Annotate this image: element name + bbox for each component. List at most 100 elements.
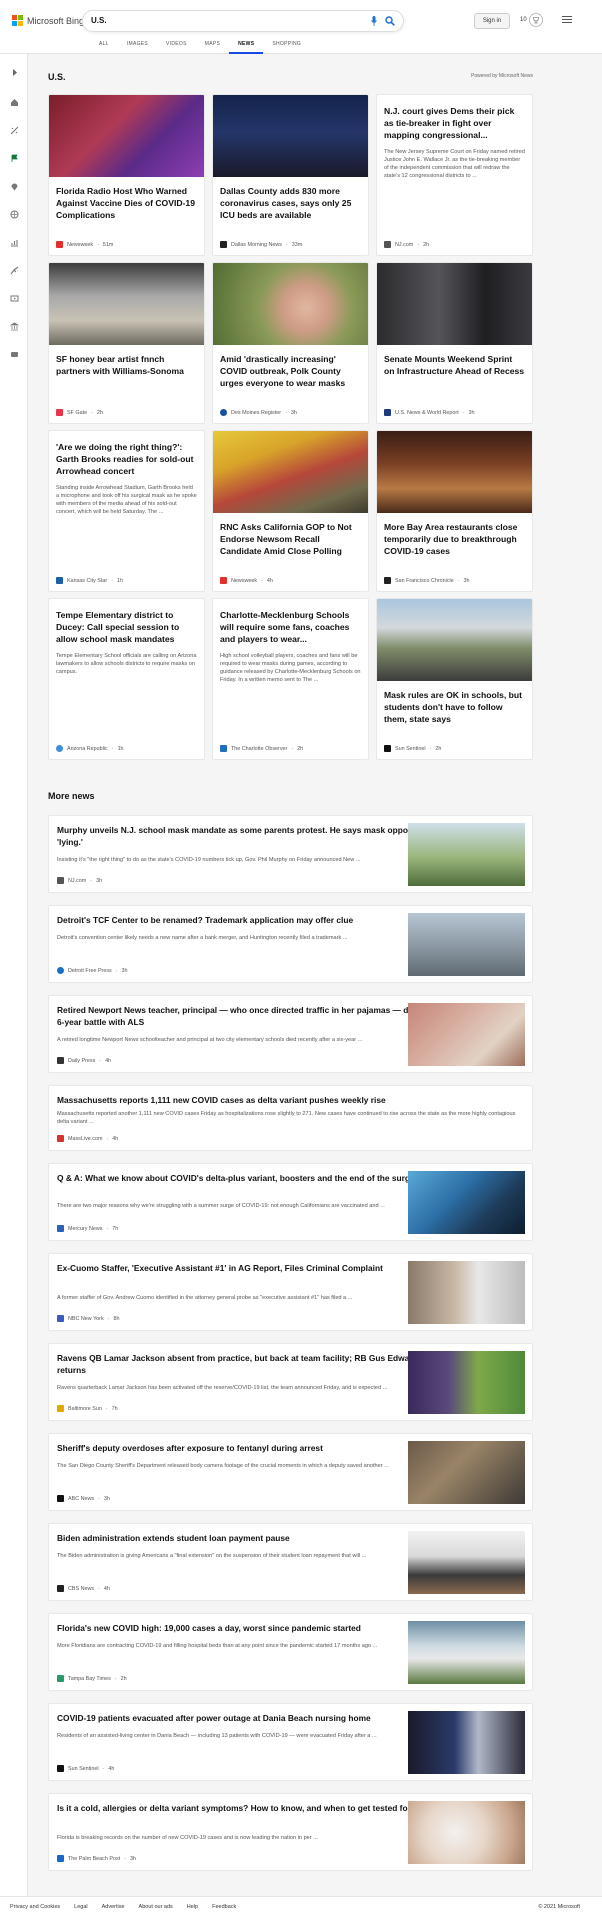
privacy-link[interactable]: Privacy and Cookies bbox=[10, 1904, 60, 1910]
article-title[interactable]: COVID-19 patients evacuated after power … bbox=[57, 1712, 449, 1724]
article-source[interactable]: Dallas Morning News · 33m bbox=[220, 241, 302, 248]
news-row[interactable]: Detroit's TCF Center to be renamed? Trad… bbox=[48, 905, 533, 983]
article-title[interactable]: SF honey bear artist fnnch partners with… bbox=[49, 353, 204, 377]
news-card[interactable]: Dallas County adds 830 more coronavirus … bbox=[212, 94, 369, 256]
powered-by-label[interactable]: Powered by Microsoft News bbox=[471, 73, 533, 79]
article-source[interactable]: Kansas City Star · 1h bbox=[56, 577, 123, 584]
help-link[interactable]: Help bbox=[187, 1904, 198, 1910]
article-source[interactable]: The Palm Beach Post · 3h bbox=[57, 1855, 136, 1862]
article-title[interactable]: Retired Newport News teacher, principal … bbox=[57, 1004, 449, 1028]
rewards-trophy-icon[interactable] bbox=[529, 13, 543, 27]
article-title[interactable]: N.J. court gives Dems their pick as tie-… bbox=[377, 105, 532, 141]
sports-icon[interactable] bbox=[10, 266, 19, 275]
feedback-link[interactable]: Feedback bbox=[212, 1904, 236, 1910]
article-title[interactable]: Ex-Cuomo Staffer, 'Executive Assistant #… bbox=[57, 1262, 449, 1274]
news-row[interactable]: Ravens QB Lamar Jackson absent from prac… bbox=[48, 1343, 533, 1421]
article-title[interactable]: Detroit's TCF Center to be renamed? Trad… bbox=[57, 914, 449, 926]
article-title[interactable]: RNC Asks California GOP to Not Endorse N… bbox=[213, 521, 368, 557]
card-icon[interactable] bbox=[10, 350, 19, 359]
news-card[interactable]: Amid 'drastically increasing' COVID outb… bbox=[212, 262, 369, 424]
bing-logo[interactable]: Microsoft Bing bbox=[12, 15, 84, 26]
news-row[interactable]: Florida's new COVID high: 19,000 cases a… bbox=[48, 1613, 533, 1691]
article-title[interactable]: Charlotte-Mecklenburg Schools will requi… bbox=[213, 609, 368, 645]
news-card[interactable]: 'Are we doing the right thing?': Garth B… bbox=[48, 430, 205, 592]
news-row[interactable]: Massachusetts reports 1,111 new COVID ca… bbox=[48, 1085, 533, 1151]
article-title[interactable]: Sheriff's deputy overdoses after exposur… bbox=[57, 1442, 449, 1454]
article-source[interactable]: Baltimore Sun · 7h bbox=[57, 1405, 118, 1412]
article-source[interactable]: Detroit Free Press · 3h bbox=[57, 967, 128, 974]
news-card[interactable]: Tempe Elementary district to Ducey: Call… bbox=[48, 598, 205, 760]
news-row[interactable]: Biden administration extends student loa… bbox=[48, 1523, 533, 1601]
article-source[interactable]: Sun Sentinel · 4h bbox=[57, 1765, 114, 1772]
news-card[interactable]: N.J. court gives Dems their pick as tie-… bbox=[376, 94, 533, 256]
news-card[interactable]: More Bay Area restaurants close temporar… bbox=[376, 430, 533, 592]
news-row[interactable]: Q & A: What we know about COVID's delta-… bbox=[48, 1163, 533, 1241]
expand-chevron-icon[interactable] bbox=[10, 68, 19, 77]
article-source[interactable]: The Charlotte Observer · 2h bbox=[220, 745, 303, 752]
government-icon[interactable] bbox=[10, 322, 19, 331]
article-title[interactable]: Mask rules are OK in schools, but studen… bbox=[377, 689, 532, 725]
finance-icon[interactable] bbox=[10, 238, 19, 247]
flag-icon[interactable] bbox=[10, 154, 19, 163]
article-source[interactable]: MassLive.com · 4h bbox=[57, 1135, 118, 1142]
news-card[interactable]: Florida Radio Host Who Warned Against Va… bbox=[48, 94, 205, 256]
tab-all[interactable]: ALL bbox=[90, 41, 118, 54]
article-source[interactable]: Newsweek · 4h bbox=[220, 577, 273, 584]
article-title[interactable]: Biden administration extends student loa… bbox=[57, 1532, 449, 1544]
article-source[interactable]: Newsweek · 51m bbox=[56, 241, 113, 248]
article-source[interactable]: ABC News · 3h bbox=[57, 1495, 110, 1502]
tab-images[interactable]: IMAGES bbox=[118, 41, 157, 54]
article-source[interactable]: Mercury News · 7h bbox=[57, 1225, 118, 1232]
search-box[interactable]: U.S. bbox=[82, 10, 404, 32]
article-title[interactable]: Dallas County adds 830 more coronavirus … bbox=[213, 185, 368, 221]
article-source[interactable]: San Francisco Chronicle · 3h bbox=[384, 577, 470, 584]
video-icon[interactable] bbox=[10, 294, 19, 303]
article-title[interactable]: Massachusetts reports 1,111 new COVID ca… bbox=[57, 1094, 522, 1106]
article-source[interactable]: SF Gate · 2h bbox=[56, 409, 103, 416]
news-row[interactable]: Murphy unveils N.J. school mask mandate … bbox=[48, 815, 533, 893]
article-source[interactable]: Des Moines Register · 3h bbox=[220, 409, 297, 416]
article-source[interactable]: NJ.com · 3h bbox=[57, 877, 102, 884]
news-card[interactable]: Charlotte-Mecklenburg Schools will requi… bbox=[212, 598, 369, 760]
article-source[interactable]: Arizona Republic · 1h bbox=[56, 745, 124, 752]
menu-icon[interactable] bbox=[562, 16, 572, 24]
article-source[interactable]: Tampa Bay Times · 2h bbox=[57, 1675, 127, 1682]
news-row[interactable]: Sheriff's deputy overdoses after exposur… bbox=[48, 1433, 533, 1511]
article-title[interactable]: Florida Radio Host Who Warned Against Va… bbox=[49, 185, 204, 221]
article-source[interactable]: Sun Sentinel · 2h bbox=[384, 745, 441, 752]
news-card[interactable]: SF honey bear artist fnnch partners with… bbox=[48, 262, 205, 424]
news-row[interactable]: Is it a cold, allergies or delta variant… bbox=[48, 1793, 533, 1871]
article-title[interactable]: Q & A: What we know about COVID's delta-… bbox=[57, 1172, 449, 1184]
news-row[interactable]: COVID-19 patients evacuated after power … bbox=[48, 1703, 533, 1781]
advertise-link[interactable]: Advertise bbox=[102, 1904, 125, 1910]
article-title[interactable]: Ravens QB Lamar Jackson absent from prac… bbox=[57, 1352, 449, 1376]
news-card[interactable]: RNC Asks California GOP to Not Endorse N… bbox=[212, 430, 369, 592]
globe-icon[interactable] bbox=[10, 210, 19, 219]
tab-news[interactable]: NEWS bbox=[229, 41, 264, 54]
article-source[interactable]: NBC New York · 8h bbox=[57, 1315, 119, 1322]
microphone-icon[interactable] bbox=[371, 16, 377, 26]
search-input[interactable]: U.S. bbox=[91, 16, 107, 25]
article-title[interactable]: Murphy unveils N.J. school mask mandate … bbox=[57, 824, 449, 848]
legal-link[interactable]: Legal bbox=[74, 1904, 87, 1910]
article-source[interactable]: U.S. News & World Report · 3h bbox=[384, 409, 475, 416]
rewards-count[interactable]: 10 bbox=[520, 17, 527, 23]
article-title[interactable]: Tempe Elementary district to Ducey: Call… bbox=[49, 609, 204, 645]
article-source[interactable]: Daily Press · 4h bbox=[57, 1057, 111, 1064]
sparkle-icon[interactable] bbox=[10, 126, 19, 135]
article-source[interactable]: NJ.com · 2h bbox=[384, 241, 429, 248]
article-title[interactable]: 'Are we doing the right thing?': Garth B… bbox=[49, 441, 204, 477]
article-title[interactable]: Senate Mounts Weekend Sprint on Infrastr… bbox=[377, 353, 532, 377]
about-ads-link[interactable]: About our ads bbox=[139, 1904, 173, 1910]
home-icon[interactable] bbox=[10, 98, 19, 107]
news-row[interactable]: Ex-Cuomo Staffer, 'Executive Assistant #… bbox=[48, 1253, 533, 1331]
article-source[interactable]: CBS News · 4h bbox=[57, 1585, 110, 1592]
article-title[interactable]: More Bay Area restaurants close temporar… bbox=[377, 521, 532, 557]
sign-in-button[interactable]: Sign in bbox=[474, 13, 510, 29]
location-pin-icon[interactable] bbox=[10, 182, 19, 191]
news-card[interactable]: Senate Mounts Weekend Sprint on Infrastr… bbox=[376, 262, 533, 424]
article-title[interactable]: Is it a cold, allergies or delta variant… bbox=[57, 1802, 449, 1814]
tab-maps[interactable]: MAPS bbox=[196, 41, 229, 54]
article-title[interactable]: Florida's new COVID high: 19,000 cases a… bbox=[57, 1622, 449, 1634]
article-title[interactable]: Amid 'drastically increasing' COVID outb… bbox=[213, 353, 368, 389]
